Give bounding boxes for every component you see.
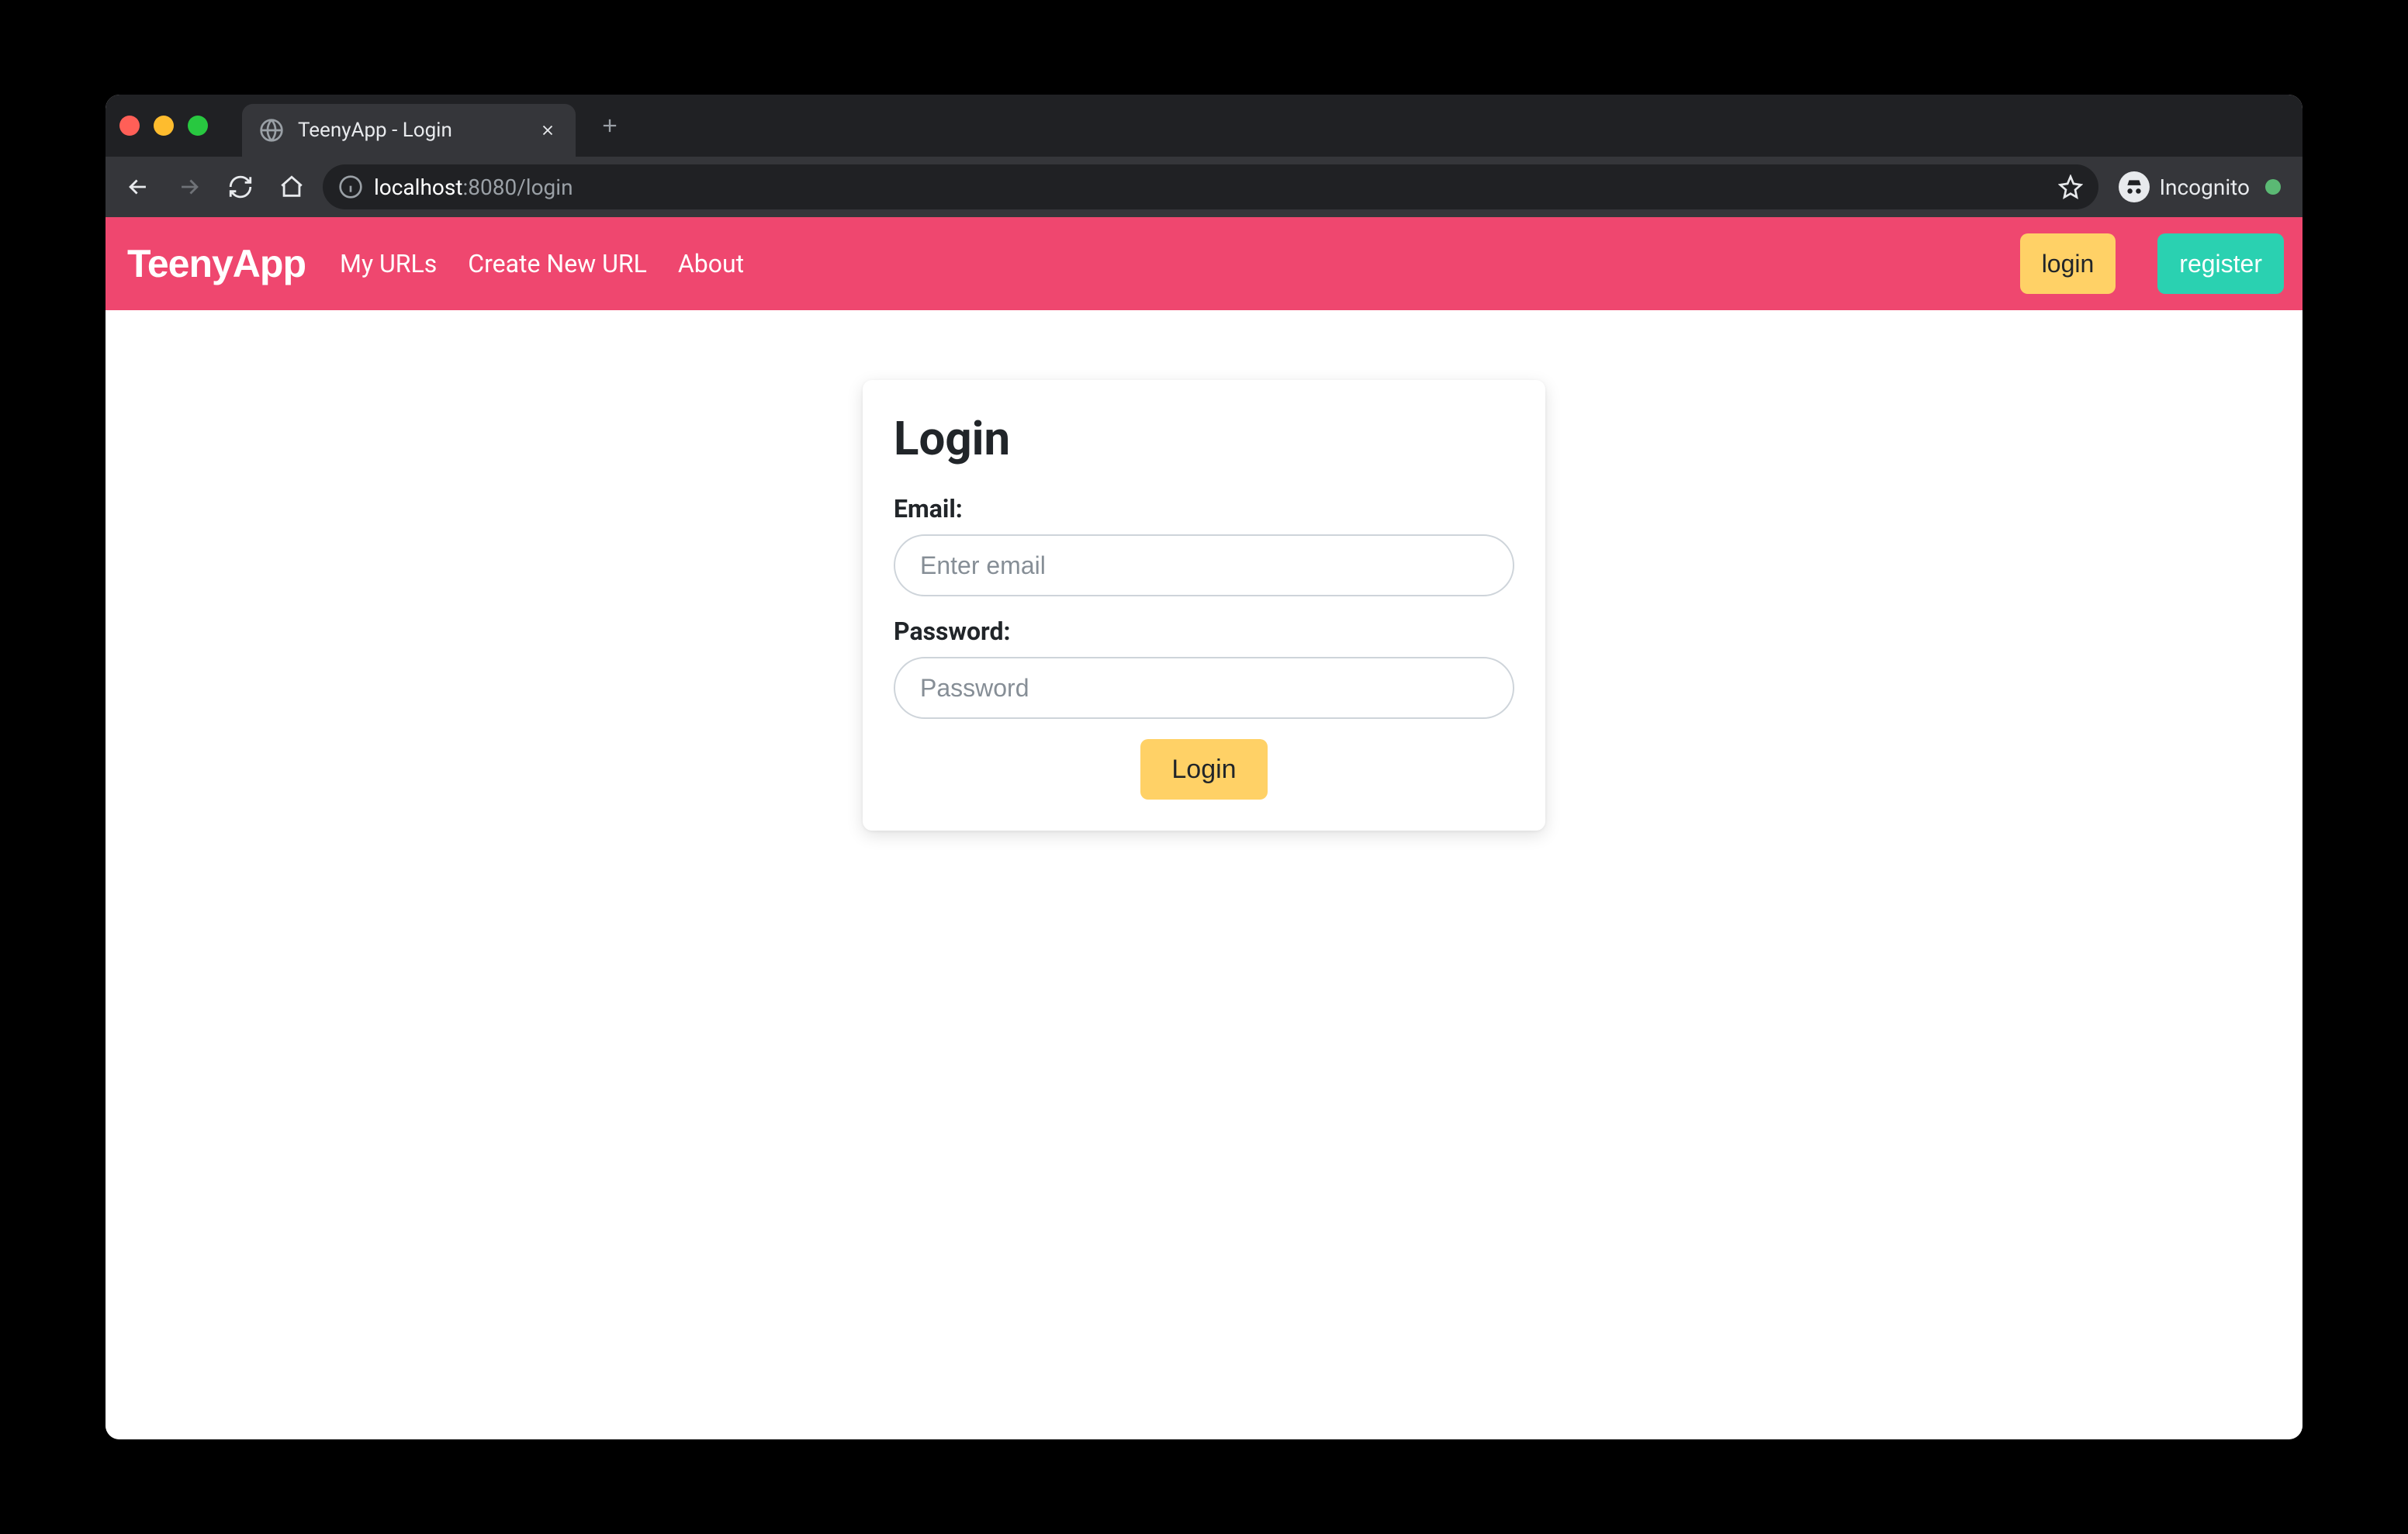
password-input[interactable]: [894, 657, 1514, 719]
browser-tab[interactable]: TeenyApp - Login: [242, 104, 576, 157]
forward-button[interactable]: [169, 167, 209, 207]
nav-link-my-urls[interactable]: My URLs: [340, 249, 437, 278]
login-submit-button[interactable]: Login: [1140, 739, 1267, 800]
email-input[interactable]: [894, 534, 1514, 596]
titlebar: TeenyApp - Login: [106, 95, 2302, 157]
window-controls: [119, 116, 208, 136]
brand-logo[interactable]: TeenyApp: [124, 241, 309, 286]
tab-close-button[interactable]: [537, 119, 559, 141]
form-actions: Login: [894, 739, 1514, 800]
profile-indicator-icon[interactable]: [2265, 179, 2281, 195]
nav-link-create-new-url[interactable]: Create New URL: [468, 249, 647, 278]
site-info-icon[interactable]: [338, 174, 363, 199]
app-navbar: TeenyApp My URLs Create New URL About lo…: [106, 217, 2302, 310]
incognito-indicator[interactable]: Incognito: [2109, 171, 2290, 202]
tab-title: TeenyApp - Login: [298, 119, 523, 142]
url-port: :8080: [462, 174, 517, 200]
nav-login-button[interactable]: login: [2020, 233, 2116, 294]
password-group: Password:: [894, 617, 1514, 719]
login-heading: Login: [894, 411, 1514, 466]
reload-button[interactable]: [220, 167, 261, 207]
nav-link-about[interactable]: About: [678, 249, 744, 278]
login-card: Login Email: Password: Login: [863, 380, 1545, 831]
address-bar[interactable]: localhost:8080/login: [323, 164, 2098, 209]
url-text: localhost:8080/login: [374, 174, 2047, 200]
page-content: TeenyApp My URLs Create New URL About lo…: [106, 217, 2302, 1439]
incognito-icon: [2119, 171, 2150, 202]
window-minimize-button[interactable]: [154, 116, 174, 136]
bookmark-star-icon[interactable]: [2058, 174, 2083, 199]
url-host: localhost: [374, 174, 462, 200]
incognito-label: Incognito: [2159, 174, 2250, 200]
url-path: /login: [517, 174, 573, 200]
globe-icon: [259, 118, 284, 143]
main-area: Login Email: Password: Login: [106, 310, 2302, 1439]
new-tab-button[interactable]: [593, 109, 627, 143]
browser-window: TeenyApp - Login localhost:8080/lo: [106, 95, 2302, 1439]
email-label: Email:: [894, 494, 1514, 523]
back-button[interactable]: [118, 167, 158, 207]
window-maximize-button[interactable]: [188, 116, 208, 136]
home-button[interactable]: [272, 167, 312, 207]
window-close-button[interactable]: [119, 116, 140, 136]
browser-toolbar: localhost:8080/login Incognito: [106, 157, 2302, 217]
email-group: Email:: [894, 494, 1514, 596]
nav-links: My URLs Create New URL About: [340, 249, 744, 278]
password-label: Password:: [894, 617, 1514, 646]
nav-register-button[interactable]: register: [2157, 233, 2284, 294]
